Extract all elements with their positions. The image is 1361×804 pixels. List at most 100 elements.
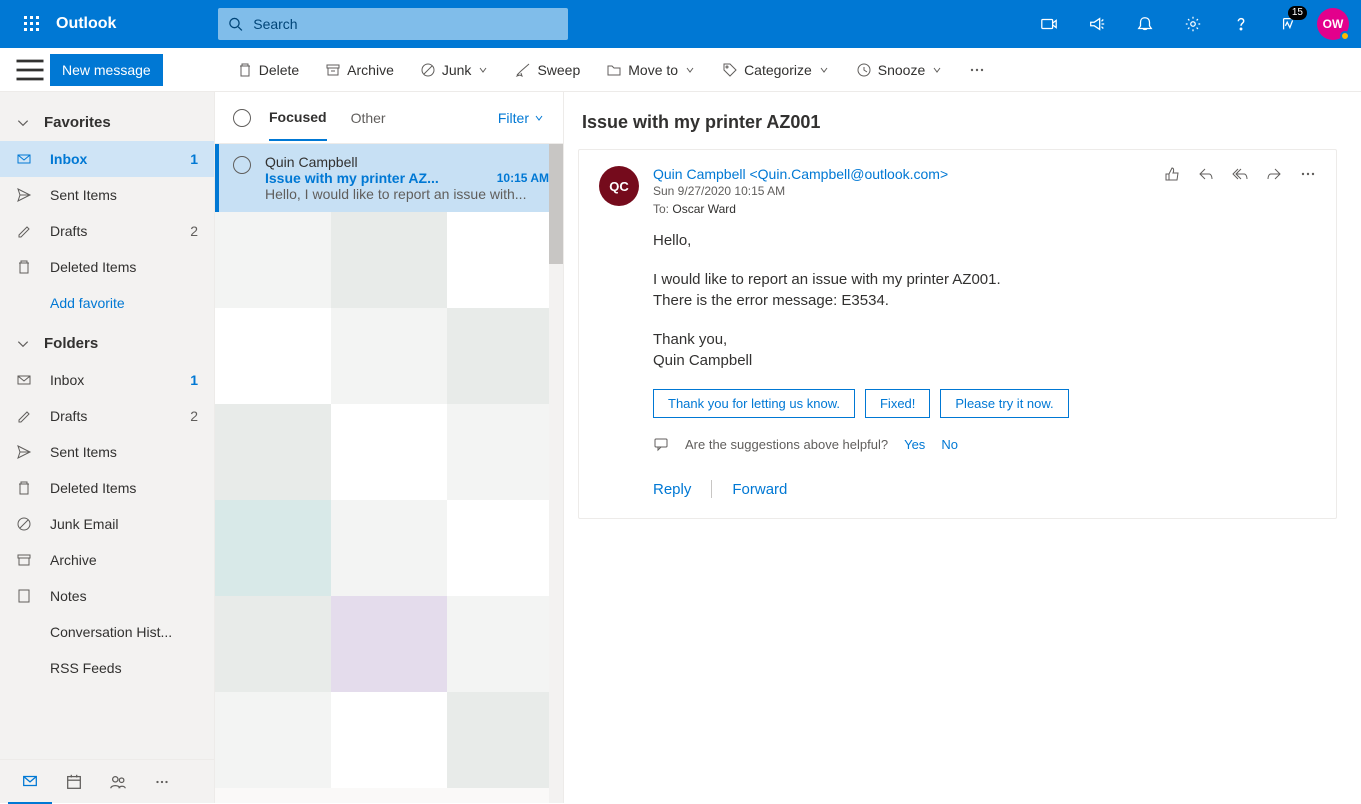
tab-focused[interactable]: Focused — [269, 95, 327, 141]
teams-call-icon[interactable] — [1025, 0, 1073, 48]
calendar-nav-icon[interactable] — [52, 760, 96, 804]
archive-button[interactable]: Archive — [315, 54, 404, 86]
notes-icon — [16, 588, 32, 604]
select-all-checkbox[interactable] — [233, 109, 251, 127]
sidebar-folder-notes[interactable]: Notes — [0, 578, 214, 614]
activity-icon[interactable]: 15 — [1265, 0, 1313, 48]
more-icon — [969, 62, 985, 78]
sidebar-folder-archive[interactable]: Archive — [0, 542, 214, 578]
inbox-icon — [16, 372, 32, 388]
filter-button[interactable]: Filter — [498, 110, 545, 126]
sidebar-folder-conversation-history[interactable]: Conversation Hist... — [0, 614, 214, 650]
reading-pane: Issue with my printer AZ001 QC Quin Camp… — [564, 92, 1361, 803]
sent-icon — [16, 444, 32, 460]
sweep-button[interactable]: Sweep — [505, 54, 590, 86]
settings-icon[interactable] — [1169, 0, 1217, 48]
reply-icon[interactable] — [1198, 166, 1214, 182]
feedback-yes[interactable]: Yes — [904, 437, 925, 452]
sidebar-folder-junk[interactable]: Junk Email — [0, 506, 214, 542]
like-icon[interactable] — [1164, 166, 1180, 182]
chevron-down-icon — [818, 64, 830, 76]
reply-all-icon[interactable] — [1232, 166, 1248, 182]
email-card: QC Quin Campbell <Quin.Campbell@outlook.… — [578, 149, 1337, 519]
message-select-checkbox[interactable] — [233, 156, 251, 174]
help-icon[interactable] — [1217, 0, 1265, 48]
chevron-down-icon — [477, 64, 489, 76]
junk-icon — [420, 62, 436, 78]
hamburger-icon[interactable] — [12, 52, 48, 88]
sidebar-item-sent[interactable]: Sent Items — [0, 177, 214, 213]
sent-icon — [16, 187, 32, 203]
sidebar-folder-deleted[interactable]: Deleted Items — [0, 470, 214, 506]
message-time: 10:15 AM — [497, 171, 549, 185]
app-header: Outlook 15 OW — [0, 0, 1361, 48]
suggested-replies: Thank you for letting us know. Fixed! Pl… — [653, 389, 1316, 418]
more-button[interactable] — [959, 54, 1001, 86]
sidebar: Favorites Inbox 1 Sent Items Drafts 2 De… — [0, 92, 214, 803]
move-to-button[interactable]: Move to — [596, 54, 706, 86]
chevron-down-icon — [533, 112, 545, 124]
add-favorite-link[interactable]: Add favorite — [0, 285, 214, 321]
tab-other[interactable]: Other — [351, 96, 386, 140]
brand-label: Outlook — [56, 15, 128, 33]
search-input[interactable] — [253, 16, 558, 32]
inbox-icon — [16, 151, 32, 167]
archive-icon — [16, 552, 32, 568]
sidebar-folder-sent[interactable]: Sent Items — [0, 434, 214, 470]
presence-indicator — [1340, 31, 1350, 41]
sidebar-folder-rss[interactable]: RSS Feeds — [0, 650, 214, 686]
sidebar-folder-inbox[interactable]: Inbox 1 — [0, 362, 214, 398]
junk-button[interactable]: Junk — [410, 54, 500, 86]
favorites-section[interactable]: Favorites — [0, 100, 214, 141]
suggested-reply-1[interactable]: Thank you for letting us know. — [653, 389, 855, 418]
to-value: Oscar Ward — [672, 202, 736, 216]
search-box[interactable] — [218, 8, 568, 40]
more-icon[interactable] — [1300, 166, 1316, 182]
activity-badge: 15 — [1288, 6, 1307, 20]
sidebar-item-inbox[interactable]: Inbox 1 — [0, 141, 214, 177]
app-launcher-icon[interactable] — [8, 0, 56, 48]
snooze-button[interactable]: Snooze — [846, 54, 953, 86]
sender-name[interactable]: Quin Campbell <Quin.Campbell@outlook.com… — [653, 166, 1164, 182]
sidebar-bottom-nav — [0, 759, 214, 803]
suggested-reply-3[interactable]: Please try it now. — [940, 389, 1068, 418]
mail-nav-icon[interactable] — [8, 760, 52, 804]
forward-link[interactable]: Forward — [732, 481, 787, 498]
folder-icon — [606, 62, 622, 78]
sidebar-item-drafts[interactable]: Drafts 2 — [0, 213, 214, 249]
message-list-placeholder — [215, 212, 563, 803]
trash-icon — [16, 259, 32, 275]
feedback-no[interactable]: No — [941, 437, 958, 452]
notifications-icon[interactable] — [1121, 0, 1169, 48]
more-nav-icon[interactable] — [140, 760, 184, 804]
reply-link[interactable]: Reply — [653, 481, 691, 498]
chevron-down-icon — [16, 337, 30, 351]
scrollbar[interactable] — [549, 144, 563, 803]
message-list: Focused Other Filter Quin Campbell Issue… — [214, 92, 564, 803]
toolbar: New message Delete Archive Junk Sweep Mo… — [0, 48, 1361, 92]
people-nav-icon[interactable] — [96, 760, 140, 804]
delete-button[interactable]: Delete — [227, 54, 309, 86]
junk-icon — [16, 516, 32, 532]
avatar-initials: OW — [1323, 17, 1344, 31]
sweep-icon — [515, 62, 531, 78]
new-message-button[interactable]: New message — [50, 54, 163, 86]
categorize-button[interactable]: Categorize — [712, 54, 840, 86]
sidebar-folder-drafts[interactable]: Drafts 2 — [0, 398, 214, 434]
message-item[interactable]: Quin Campbell Issue with my printer AZ..… — [215, 144, 563, 212]
forward-icon[interactable] — [1266, 166, 1282, 182]
whats-new-icon[interactable] — [1073, 0, 1121, 48]
archive-icon — [325, 62, 341, 78]
to-label: To: — [653, 202, 669, 216]
sender-avatar[interactable]: QC — [599, 166, 639, 206]
user-avatar[interactable]: OW — [1317, 8, 1349, 40]
chevron-down-icon — [931, 64, 943, 76]
suggested-reply-2[interactable]: Fixed! — [865, 389, 930, 418]
drafts-icon — [16, 223, 32, 239]
drafts-icon — [16, 408, 32, 424]
search-icon — [228, 16, 243, 32]
email-subject: Issue with my printer AZ001 — [578, 112, 1337, 133]
sidebar-item-deleted[interactable]: Deleted Items — [0, 249, 214, 285]
suggestion-feedback: Are the suggestions above helpful? Yes N… — [653, 436, 1316, 452]
folders-section[interactable]: Folders — [0, 321, 214, 362]
